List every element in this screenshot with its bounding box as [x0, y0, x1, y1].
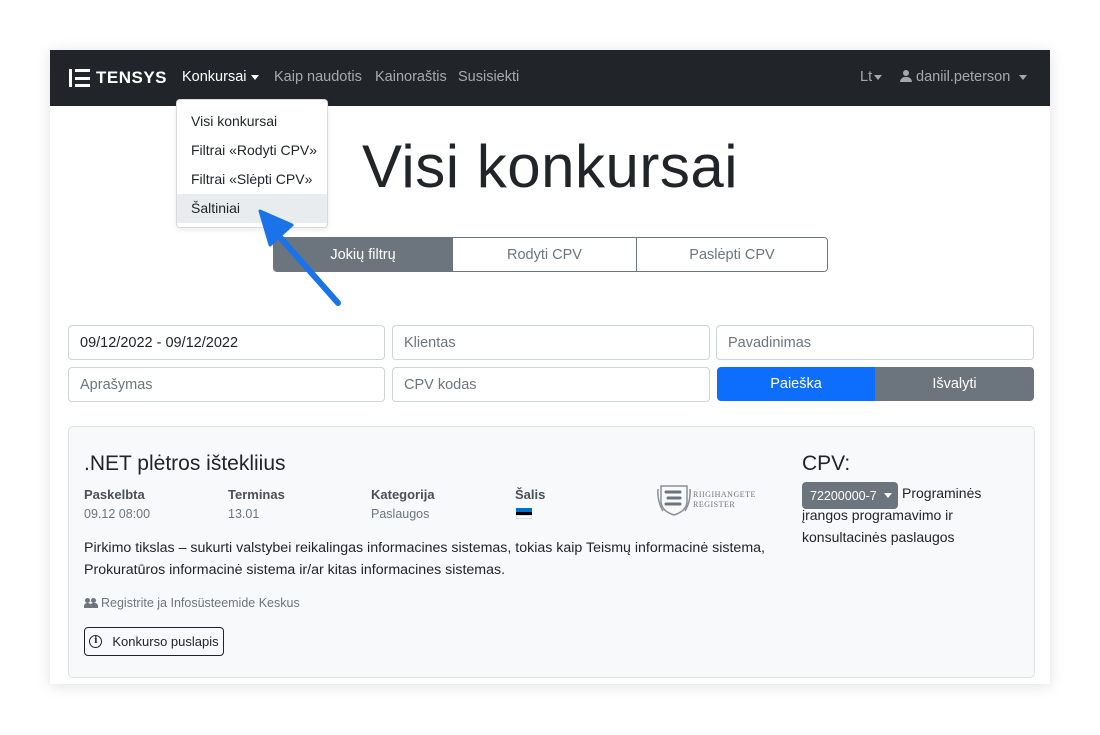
tender-title: .NET plėtros ištekliius	[84, 452, 286, 475]
users-icon	[84, 598, 98, 608]
cpv-title: CPV:	[802, 452, 851, 475]
navbar: TENSYS Konkursai Kaip naudotis Kainorašt…	[50, 50, 1050, 106]
chevron-down-icon	[1019, 74, 1028, 80]
user-menu[interactable]: daniil.peterson	[900, 69, 1028, 85]
cpv-code-dropdown[interactable]: 72200000-7	[802, 482, 898, 509]
name-input[interactable]: Pavadinimas	[716, 325, 1034, 360]
logo-text-line-1: Riigihangete	[693, 490, 756, 499]
published-value: 09.12 08:00	[84, 507, 151, 521]
description-input[interactable]: Aprašymas	[68, 367, 385, 402]
filter-toggle-group: Jokių filtrų Rodyti CPV Paslėpti CPV	[273, 237, 828, 272]
annotation-arrow-icon	[258, 209, 341, 306]
chevron-down-icon	[883, 493, 892, 498]
filter-hide-cpv-button[interactable]: Paslėpti CPV	[637, 238, 827, 271]
cpv-code-input[interactable]: CPV kodas	[392, 367, 710, 402]
deadline-label: Terminas	[228, 487, 285, 502]
tender-page-button[interactable]: i Konkurso puslapis	[84, 627, 224, 656]
brand-name: TENSYS	[96, 68, 168, 87]
source-logo: Riigihangete Register	[657, 483, 756, 517]
country-label: Šalis	[515, 487, 546, 502]
tensys-logo-icon	[69, 69, 91, 87]
category-label: Kategorija	[371, 487, 435, 502]
nav-susisiekti[interactable]: Susisiekti	[458, 69, 519, 85]
chevron-down-icon	[251, 74, 260, 80]
dropdown-item-filtrai-rodyti[interactable]: Filtrai «Rodyti CPV»	[177, 136, 327, 165]
organization-name: Registrite ja Infosüsteemide Keskus	[101, 596, 300, 610]
search-button[interactable]: Paieška	[717, 367, 875, 401]
coat-of-arms-icon	[657, 485, 691, 516]
category-value: Paslaugos	[371, 507, 430, 521]
published-label: Paskelbta	[84, 487, 145, 502]
tender-organization: Registrite ja Infosüsteemide Keskus	[84, 596, 300, 610]
nav-kaip-naudotis[interactable]: Kaip naudotis	[274, 69, 362, 85]
language-selector[interactable]: Lt	[860, 69, 883, 85]
info-icon: i	[89, 635, 103, 648]
user-icon	[900, 70, 912, 82]
tender-description: Pirkimo tikslas – sukurti valstybei reik…	[84, 540, 765, 578]
nav-kainorastis[interactable]: Kainoraštis	[375, 69, 447, 85]
estonia-flag-icon	[516, 508, 532, 519]
clear-button[interactable]: Išvalyti	[875, 367, 1034, 401]
brand-logo[interactable]: TENSYS	[69, 67, 167, 89]
nav-konkursai[interactable]: Konkursai	[182, 69, 260, 85]
chevron-down-icon	[874, 74, 883, 80]
deadline-value: 13.01	[228, 507, 260, 521]
client-input[interactable]: Klientas	[392, 325, 710, 360]
dropdown-item-visi-konkursai[interactable]: Visi konkursai	[177, 107, 327, 136]
filter-show-cpv-button[interactable]: Rodyti CPV	[453, 238, 637, 271]
tender-card: .NET plėtros ištekliius Paskelbta 09.12 …	[68, 426, 1035, 678]
app-window: TENSYS Konkursai Kaip naudotis Kainorašt…	[50, 50, 1050, 684]
date-range-input[interactable]: 09/12/2022 - 09/12/2022	[68, 325, 385, 360]
dropdown-item-filtrai-slepti[interactable]: Filtrai «Slėpti CPV»	[177, 165, 327, 194]
logo-text-line-2: Register	[693, 500, 736, 509]
